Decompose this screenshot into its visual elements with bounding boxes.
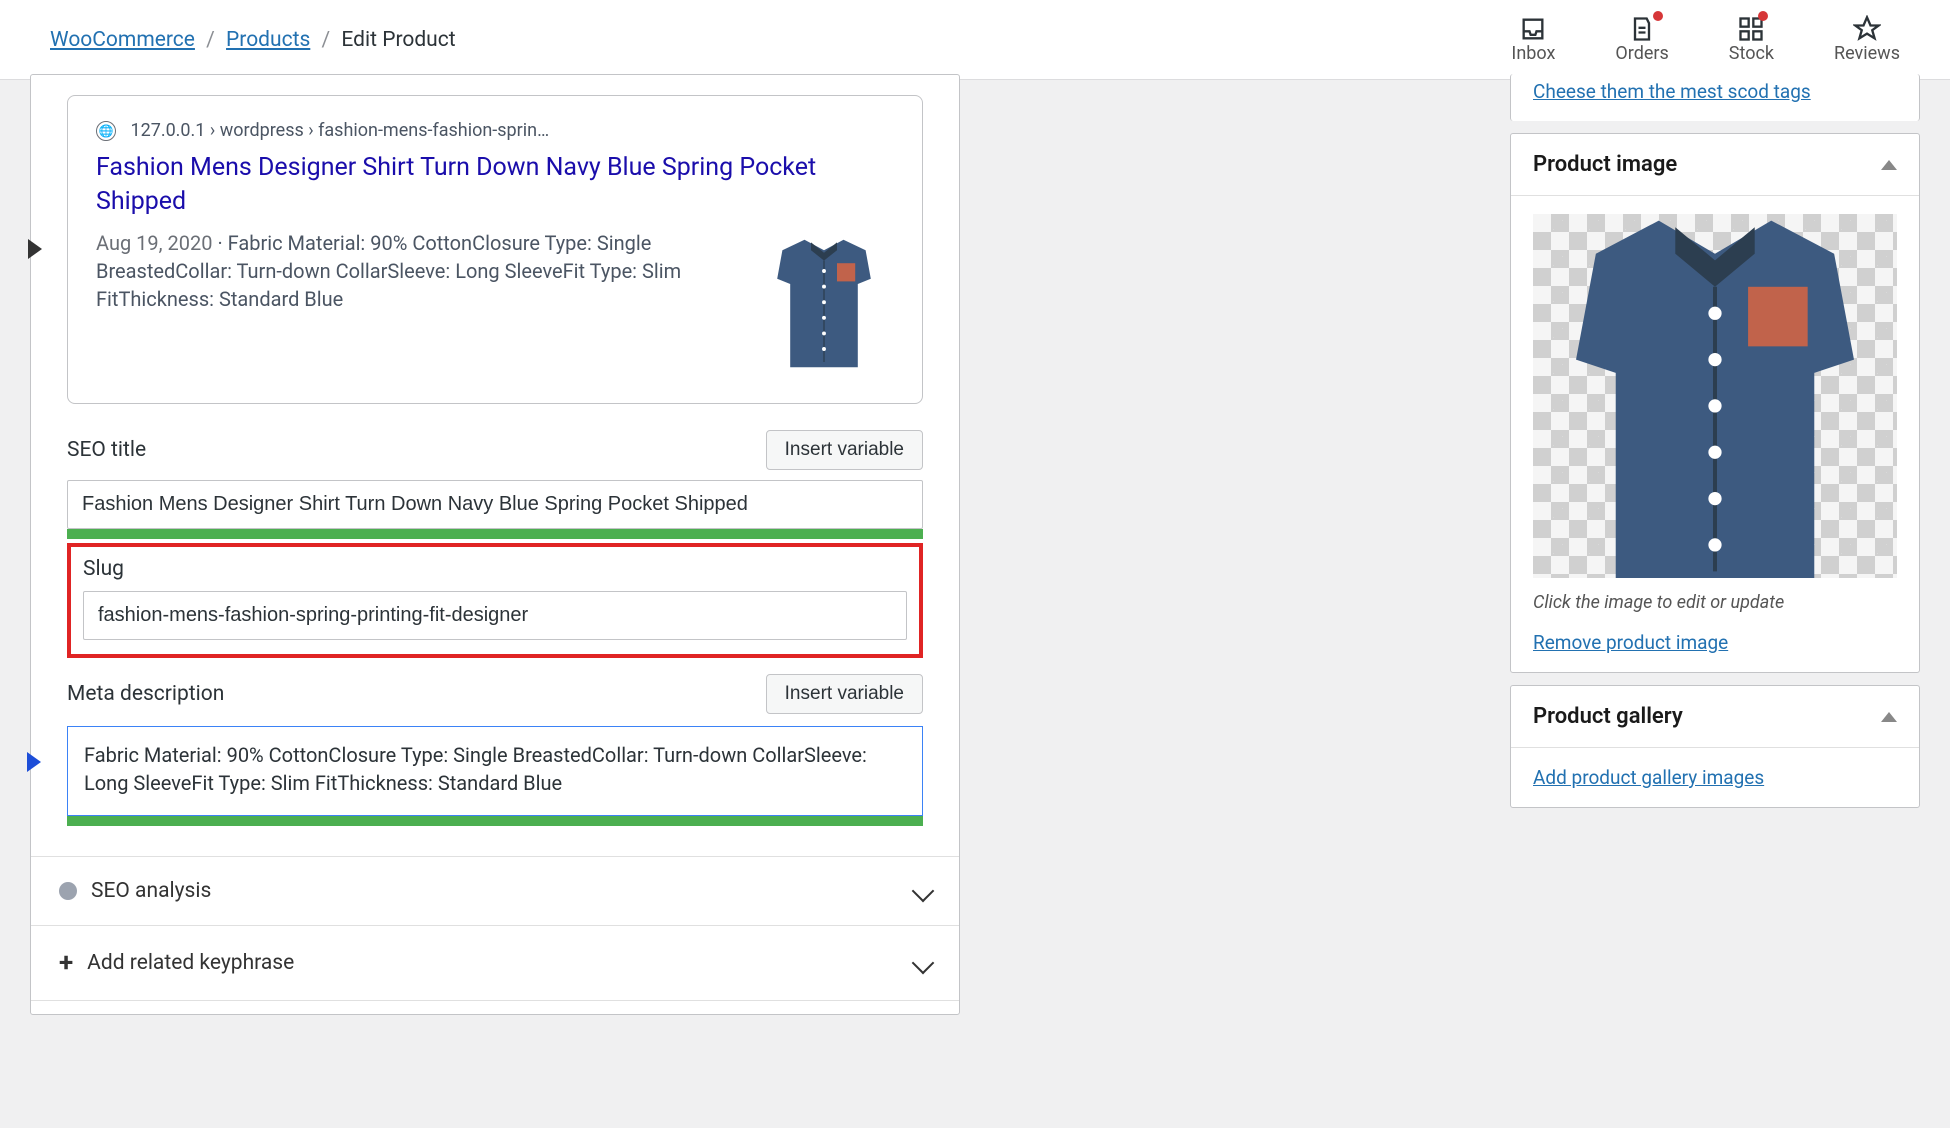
breadcrumb-sep: /	[206, 28, 215, 52]
nav-orders-label: Orders	[1615, 43, 1668, 64]
breadcrumb-section[interactable]: Products	[226, 28, 310, 52]
snippet-description: Aug 19, 2020 · Fabric Material: 90% Cott…	[96, 229, 730, 379]
breadcrumb: WooCommerce / Products / Edit Product	[50, 28, 456, 52]
snippet-preview: 🌐 127.0.0.1 › wordpress › fashion-mens-f…	[67, 95, 923, 404]
tags-panel-truncated: Cheese them the mest scod tags	[1510, 74, 1920, 121]
top-bar: WooCommerce / Products / Edit Product In…	[0, 0, 1950, 80]
notification-dot-icon	[1653, 11, 1663, 21]
nav-reviews-label: Reviews	[1834, 43, 1900, 64]
snippet-sep: ·	[217, 231, 227, 255]
product-gallery-title: Product gallery	[1533, 704, 1683, 729]
breadcrumb-current: Edit Product	[341, 28, 455, 52]
nav-inbox-label: Inbox	[1511, 43, 1555, 64]
mobile-preview-toggle[interactable]	[28, 239, 42, 259]
slug-input[interactable]	[83, 591, 907, 640]
seo-title-progress	[67, 529, 923, 539]
breadcrumb-sep: /	[322, 28, 331, 52]
shirt-icon	[759, 231, 889, 376]
product-image-title: Product image	[1533, 152, 1677, 177]
status-dot-icon	[59, 882, 77, 900]
inbox-icon	[1519, 15, 1547, 43]
seo-title-label: SEO title	[67, 438, 146, 462]
top-right-nav: Inbox Orders Stock Reviews	[1511, 15, 1900, 64]
seo-title-row: SEO title Insert variable	[67, 430, 923, 470]
slug-label: Slug	[83, 557, 124, 581]
meta-expand-toggle[interactable]	[27, 752, 41, 772]
meta-desc-row: Meta description Insert variable	[67, 674, 923, 714]
breadcrumb-root[interactable]: WooCommerce	[50, 28, 195, 52]
add-keyphrase-accordion[interactable]: + Add related keyphrase	[31, 925, 959, 1000]
orders-icon	[1628, 15, 1656, 43]
product-gallery-panel: Product gallery Add product gallery imag…	[1510, 685, 1920, 808]
snippet-path: 127.0.0.1 › wordpress › fashion-mens-fas…	[130, 120, 549, 141]
nav-orders[interactable]: Orders	[1615, 15, 1668, 64]
seo-panel-content: 🌐 127.0.0.1 › wordpress › fashion-mens-f…	[31, 75, 959, 856]
product-image-thumbnail[interactable]	[1533, 214, 1897, 578]
product-image-title-row[interactable]: Product image	[1511, 134, 1919, 196]
seo-title-input[interactable]	[67, 480, 923, 529]
chevron-down-icon	[912, 951, 935, 974]
meta-desc-progress	[67, 816, 923, 826]
tags-truncated-link[interactable]: Cheese them the mest scod tags	[1533, 80, 1811, 103]
insert-variable-button-meta[interactable]: Insert variable	[766, 674, 923, 714]
nav-reviews[interactable]: Reviews	[1834, 15, 1900, 64]
product-gallery-title-row[interactable]: Product gallery	[1511, 686, 1919, 748]
seo-analysis-label: SEO analysis	[91, 879, 211, 903]
remove-product-image-link[interactable]: Remove product image	[1533, 631, 1728, 654]
meta-desc-label: Meta description	[67, 682, 224, 706]
slug-highlight-box: Slug	[67, 543, 923, 658]
accordion-stub	[31, 1000, 959, 1014]
product-image-panel: Product image Click the image to edit or…	[1510, 133, 1920, 673]
plus-icon: +	[59, 948, 73, 978]
product-image-body: Click the image to edit or update Remove…	[1511, 196, 1919, 672]
add-gallery-images-link[interactable]: Add product gallery images	[1533, 766, 1764, 789]
snippet-path-row: 🌐 127.0.0.1 › wordpress › fashion-mens-f…	[96, 120, 894, 141]
snippet-title: Fashion Mens Designer Shirt Turn Down Na…	[96, 151, 894, 219]
snippet-date: Aug 19, 2020	[96, 231, 213, 255]
seo-analysis-accordion[interactable]: SEO analysis	[31, 856, 959, 925]
insert-variable-button[interactable]: Insert variable	[766, 430, 923, 470]
reviews-icon	[1853, 15, 1881, 43]
collapse-icon	[1881, 160, 1897, 170]
meta-desc-wrapper: Fabric Material: 90% CottonClosure Type:…	[67, 726, 923, 826]
seo-panel: 🌐 127.0.0.1 › wordpress › fashion-mens-f…	[30, 74, 960, 1015]
globe-icon: 🌐	[96, 121, 116, 141]
nav-stock-label: Stock	[1729, 43, 1774, 64]
snippet-body: Aug 19, 2020 · Fabric Material: 90% Cott…	[96, 229, 894, 379]
product-gallery-body: Add product gallery images	[1511, 748, 1919, 807]
chevron-down-icon	[912, 879, 935, 902]
product-image-caption: Click the image to edit or update	[1533, 592, 1897, 613]
add-keyphrase-label: Add related keyphrase	[87, 951, 294, 975]
content-area: 🌐 127.0.0.1 › wordpress › fashion-mens-f…	[0, 80, 1950, 1015]
meta-desc-input[interactable]: Fabric Material: 90% CottonClosure Type:…	[67, 726, 923, 816]
nav-inbox[interactable]: Inbox	[1511, 15, 1555, 64]
collapse-icon	[1881, 712, 1897, 722]
nav-stock[interactable]: Stock	[1729, 15, 1774, 64]
shirt-icon	[1533, 214, 1897, 578]
main-column: 🌐 127.0.0.1 › wordpress › fashion-mens-f…	[10, 80, 980, 1015]
notification-dot-icon	[1758, 11, 1768, 21]
snippet-thumbnail	[754, 229, 894, 379]
sidebar-column: Cheese them the mest scod tags Product i…	[1510, 80, 1940, 1015]
